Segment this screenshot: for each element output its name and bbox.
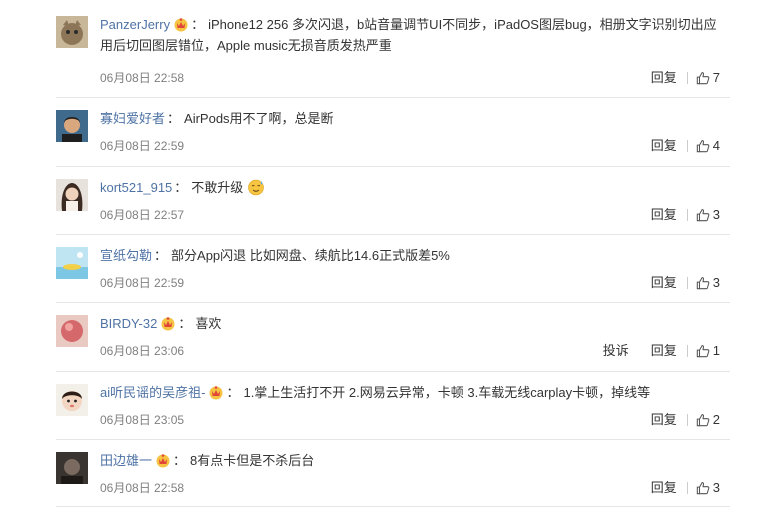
thumbs-up-icon	[696, 414, 710, 427]
comment-time: 06月08日 22:57	[100, 208, 185, 222]
divider	[56, 371, 730, 372]
comment-time: 06月08日 23:05	[100, 413, 185, 427]
username[interactable]: 寡妇爱好者	[100, 111, 165, 126]
divider	[686, 209, 688, 221]
username[interactable]: 田边雄一	[100, 453, 152, 468]
username[interactable]: 宣纸勾勒	[100, 248, 152, 263]
reply-button[interactable]: 回复	[651, 411, 677, 429]
thumbs-up-icon	[696, 72, 710, 85]
divider	[56, 166, 730, 167]
comment-text: 部分App闪退 比如网盘、续航比14.6正式版差5%	[171, 248, 450, 263]
comment-text: 喜欢	[195, 316, 222, 331]
divider	[686, 482, 688, 494]
comment-text: 8有点卡但是不杀后台	[190, 453, 315, 468]
username[interactable]: kort521_915	[100, 180, 172, 195]
divider	[686, 277, 688, 289]
username[interactable]: BIRDY-32	[100, 316, 157, 331]
thumbs-up-icon	[696, 209, 710, 222]
comment-text: 不敢升级	[191, 180, 244, 195]
divider	[686, 140, 688, 152]
report-button[interactable]: 投诉	[603, 342, 629, 360]
like-button[interactable]: 3	[696, 479, 720, 497]
vip-crown-icon	[208, 384, 224, 400]
vip-crown-icon	[173, 16, 189, 32]
avatar[interactable]	[56, 110, 88, 142]
like-count: 1	[712, 343, 720, 358]
comment-text: AirPods用不了啊，总是断	[184, 111, 334, 126]
like-count: 3	[712, 480, 720, 495]
like-button[interactable]: 1	[696, 342, 720, 360]
reply-button[interactable]: 回复	[651, 342, 677, 360]
vip-crown-icon	[160, 315, 176, 331]
like-button[interactable]: 4	[696, 137, 720, 155]
thumbs-up-icon	[696, 345, 710, 358]
thumbs-up-icon	[696, 482, 710, 495]
comment-time: 06月08日 22:59	[100, 276, 185, 290]
thumbs-up-icon	[696, 277, 710, 290]
sweat-smile-emoji-icon	[247, 178, 265, 196]
comment-text: iPhone12 256 多次闪退，b站音量调节UI不同步，iPadOS图层bu…	[208, 17, 717, 32]
divider	[686, 414, 688, 426]
reply-button[interactable]: 回复	[651, 137, 677, 155]
like-button[interactable]: 3	[696, 274, 720, 292]
divider	[56, 302, 730, 303]
like-button[interactable]: 2	[696, 411, 720, 429]
comment-time: 06月08日 22:58	[100, 71, 185, 85]
vip-crown-icon	[155, 452, 171, 468]
comment-time: 06月08日 22:59	[100, 139, 185, 153]
like-count: 2	[712, 412, 720, 427]
like-count: 7	[712, 70, 720, 85]
reply-button[interactable]: 回复	[651, 206, 677, 224]
avatar[interactable]	[56, 452, 88, 484]
comment-time: 06月08日 22:58	[100, 481, 185, 495]
divider	[56, 234, 730, 235]
divider	[56, 439, 730, 440]
like-button[interactable]: 7	[696, 69, 720, 87]
divider	[686, 72, 688, 84]
reply-button[interactable]: 回复	[651, 479, 677, 497]
comment-list: PanzerJerry： iPhone12 256 多次闪退，b站音量调节UI不同…	[0, 0, 762, 508]
username[interactable]: ai听民谣的吴彦祖-	[100, 385, 205, 400]
divider	[56, 97, 730, 98]
avatar[interactable]	[56, 247, 88, 279]
like-button[interactable]: 3	[696, 206, 720, 224]
avatar[interactable]	[56, 16, 88, 48]
divider	[56, 506, 730, 507]
reply-button[interactable]: 回复	[651, 69, 677, 87]
comment-time: 06月08日 23:06	[100, 344, 185, 358]
reply-button[interactable]: 回复	[651, 274, 677, 292]
avatar[interactable]	[56, 384, 88, 416]
divider	[686, 345, 688, 357]
avatar[interactable]	[56, 315, 88, 347]
like-count: 3	[712, 207, 720, 222]
comment-text: 1.掌上生活打不开 2.网易云异常，卡顿 3.车载无线carplay卡顿，掉线等	[243, 385, 651, 400]
like-count: 3	[712, 275, 720, 290]
username[interactable]: PanzerJerry	[100, 17, 170, 32]
avatar[interactable]	[56, 179, 88, 211]
like-count: 4	[712, 138, 720, 153]
comment-text-continued: 用后切回图层错位，Apple music无损音质发热严重	[100, 38, 392, 53]
thumbs-up-icon	[696, 140, 710, 153]
